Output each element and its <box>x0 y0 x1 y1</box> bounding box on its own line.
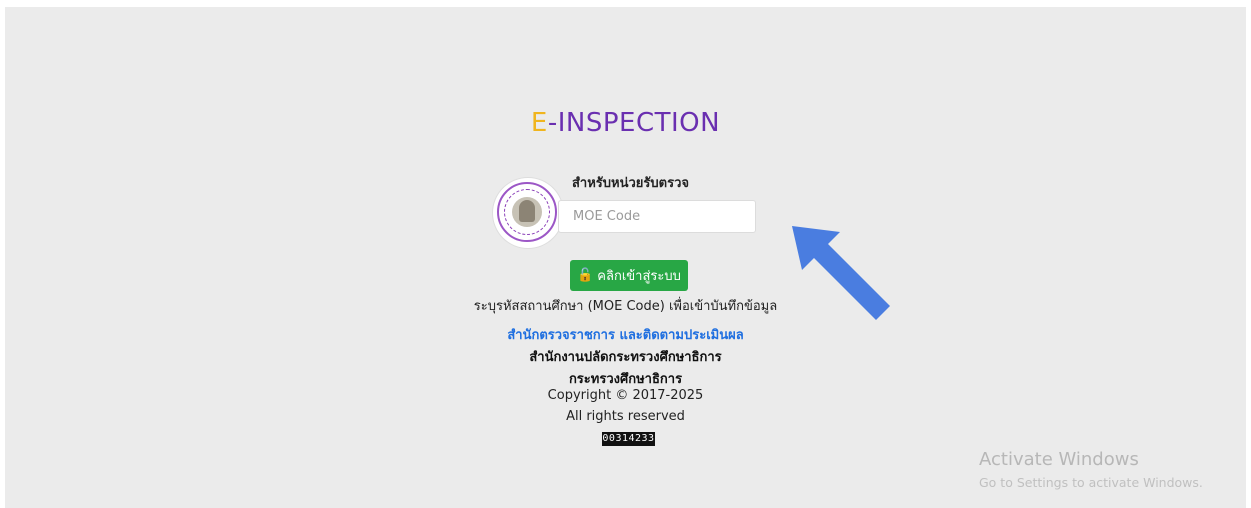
organization-name: สำนักงานปลัดกระทรวงศึกษาธิการ <box>529 350 722 365</box>
app-title-e: E <box>530 108 548 138</box>
app-title: E-INSPECTION <box>0 108 1251 138</box>
copyright-text: Copyright © 2017-2025 <box>547 388 704 403</box>
login-heading: สำหรับหน่วยรับตรวจ <box>572 176 689 191</box>
login-hint: ระบุรหัสสถานศึกษา (MOE Code) เพื่อเข้าบั… <box>473 299 778 314</box>
login-button-label: คลิกเข้าสู่ระบบ <box>597 269 681 284</box>
app-title-rest: -INSPECTION <box>547 108 721 138</box>
ministry-seal-logo <box>493 178 563 248</box>
unlock-icon: 🔓 <box>577 268 594 283</box>
login-button[interactable]: 🔓 คลิกเข้าสู่ระบบ <box>570 260 688 291</box>
activate-windows-title: Activate Windows <box>979 449 1139 470</box>
ministry-name: กระทรวงศึกษาธิการ <box>568 372 683 387</box>
pointer-arrow-icon <box>792 226 890 320</box>
visitor-counter: 00314233 <box>602 432 655 446</box>
activate-windows-subtitle: Go to Settings to activate Windows. <box>979 475 1203 490</box>
office-link[interactable]: สำนักตรวจราชการ และติดตามประเมินผล <box>0 324 1251 345</box>
rights-text: All rights reserved <box>566 409 685 424</box>
moe-code-input[interactable] <box>558 200 756 233</box>
